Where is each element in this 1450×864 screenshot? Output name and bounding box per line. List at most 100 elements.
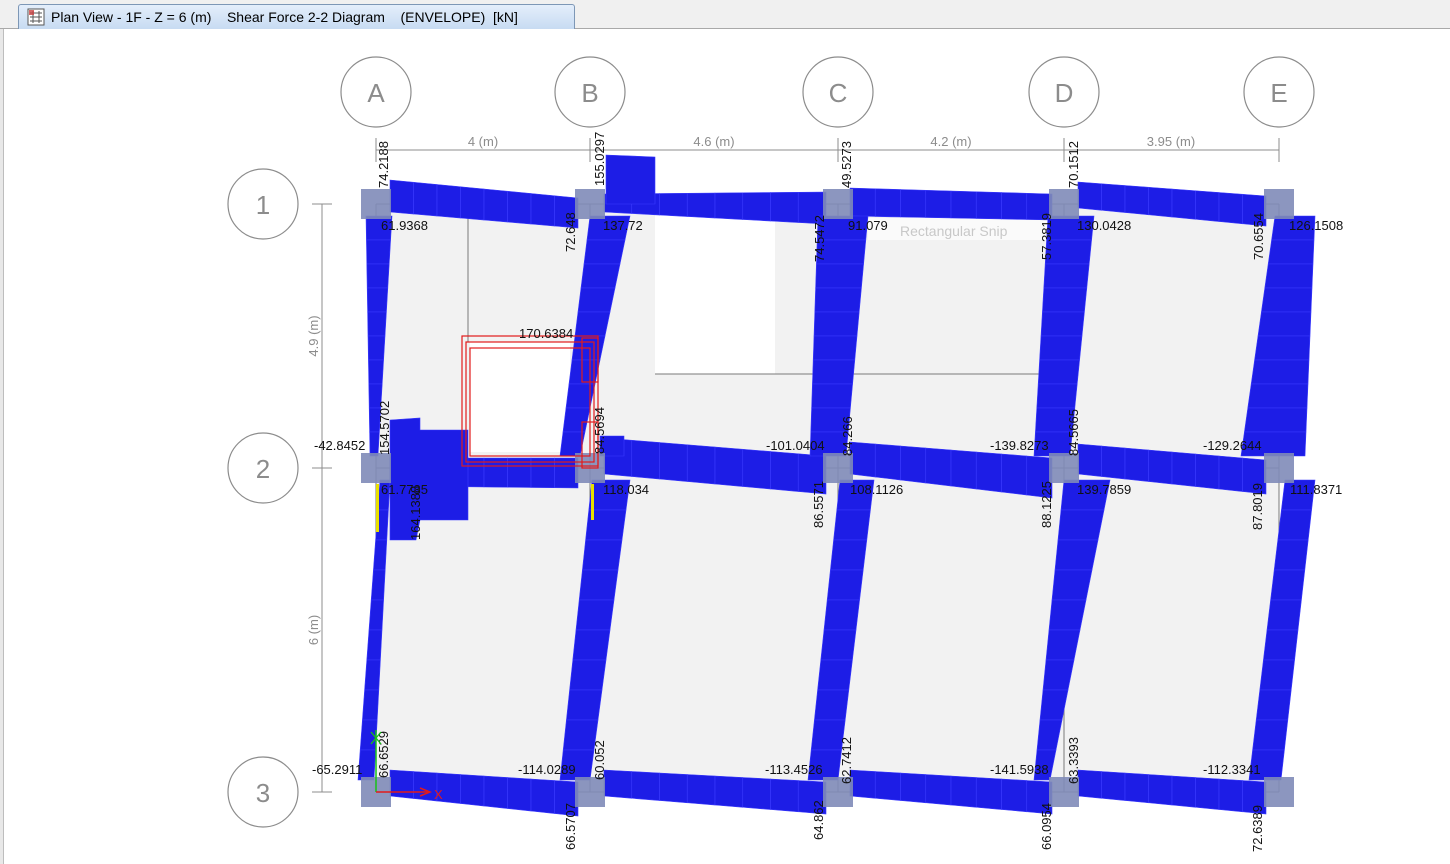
diagram-segment [686,444,716,485]
diagram-segment [530,193,555,227]
value-label: 88.1225 [1039,481,1054,528]
value-label: 126.1508 [1289,218,1343,233]
diagram-segment [714,192,744,220]
diagram-segment [566,689,603,721]
diagram-segment [813,311,860,337]
beam-diagram-1cd[interactable] [849,187,1053,221]
diagram-segment [373,539,388,571]
diagram-segment [1077,769,1102,799]
diagram-segment [631,439,660,480]
diagram-segment [460,774,485,807]
value-label: 84.5665 [1066,409,1081,456]
value-label: 118.034 [603,482,649,497]
diagram-segment [370,569,386,601]
diagram-segment [826,569,864,601]
value-label: 108.1126 [850,482,903,497]
grid-label-1: 1 [256,190,270,220]
value-label: 164.1388 [408,486,423,540]
diagram-segment [359,719,378,751]
grid-label-a: A [367,78,385,108]
column-B3[interactable] [575,777,605,807]
diagram-segment [575,599,615,631]
diagram-segment [1040,311,1085,337]
column-A2[interactable] [361,453,391,483]
grid-label-d: D [1055,78,1074,108]
value-label: 84.5694 [592,407,607,454]
diagram-segment [833,509,871,541]
diagram-segment [366,263,390,289]
diagram-segment [1171,451,1196,487]
diagram-segment [583,239,626,265]
value-label: 72.6389 [1250,805,1265,852]
column-E2[interactable] [1264,453,1294,483]
value-label: -112.3341 [1203,762,1261,777]
diagram-segment [582,539,623,571]
plan-view-canvas[interactable]: A B C D E 1 2 3 4 (m) 4.6 (m) 4.2 (m) 3.… [0,29,1450,864]
diagram-segment [1101,445,1126,480]
dimension-de: 3.95 (m) [1147,134,1195,149]
diagram-segment [1045,629,1081,661]
grid-label-b: B [581,78,598,108]
diagram-segment [366,629,383,661]
diagram-segment [874,443,901,481]
value-label: 66.0954 [1039,803,1054,850]
value-label: 139.7859 [1077,482,1131,497]
rectangular-snip-overlay: Rectangular Snip [900,223,1008,239]
column-D2[interactable] [1049,453,1079,483]
value-label: -42.8452 [314,438,365,453]
diagram-segment [874,188,901,218]
diagram-segment [1077,443,1102,477]
column-A1[interactable] [361,189,391,219]
diagram-segment [366,287,389,313]
tab-title: Plan View - 1F - Z = 6 (m) Shear Force 2… [51,9,518,25]
diagram-segment [1042,287,1088,313]
diagram-segment [1218,455,1243,492]
diagram-segment [814,689,850,721]
value-label: 130.0428 [1077,218,1131,233]
diagram-segment [770,778,799,813]
diagram-segment [530,778,555,814]
diagram-segment [1001,453,1028,496]
diagram-segment [1218,778,1243,813]
diagram-segment [686,774,716,806]
diagram-peak-b1 [605,154,656,205]
diagram-segment [1124,772,1149,804]
value-label: 57.3819 [1039,213,1054,260]
diagram-segment [1037,359,1080,385]
diagram-segment [1257,311,1312,337]
column-C1[interactable] [823,189,853,219]
diagram-segment [362,689,380,721]
value-label: 154.5702 [377,401,392,455]
diagram-segment [975,777,1002,810]
diagram-segment [1259,659,1295,691]
diagram-segment [925,774,952,806]
diagram-segment [603,769,633,799]
diagram-segment [925,189,952,219]
value-label: -129.2644 [1203,438,1262,453]
diagram-segment [1039,335,1083,361]
diagram-segment [925,447,952,487]
diagram-segment [975,451,1002,493]
value-label: 61.9368 [381,218,428,233]
diagram-segment [1273,539,1309,571]
tab-plan-view[interactable]: Plan View - 1F - Z = 6 (m) Shear Force 2… [18,4,575,29]
diagram-segment [1244,407,1308,433]
column-C2[interactable] [823,453,853,483]
diagram-segment [950,775,977,808]
diagram-segment [1051,569,1093,601]
column-E3[interactable] [1264,777,1294,807]
diagram-segment [1263,629,1299,661]
diagram-segment [1250,359,1310,385]
grid-label-3: 3 [256,778,270,808]
diagram-segment [569,659,607,691]
diagram-segment [1101,771,1126,801]
x-axis-label: X [434,787,443,802]
value-label: 74.5472 [812,215,827,262]
diagram-segment [742,777,771,810]
diagram-segment [900,772,927,804]
column-E1[interactable] [1264,189,1294,219]
diagram-segment [483,775,508,809]
dimension-23: 6 (m) [306,615,321,645]
column-B1[interactable] [575,189,605,219]
slab-panel [590,468,838,792]
